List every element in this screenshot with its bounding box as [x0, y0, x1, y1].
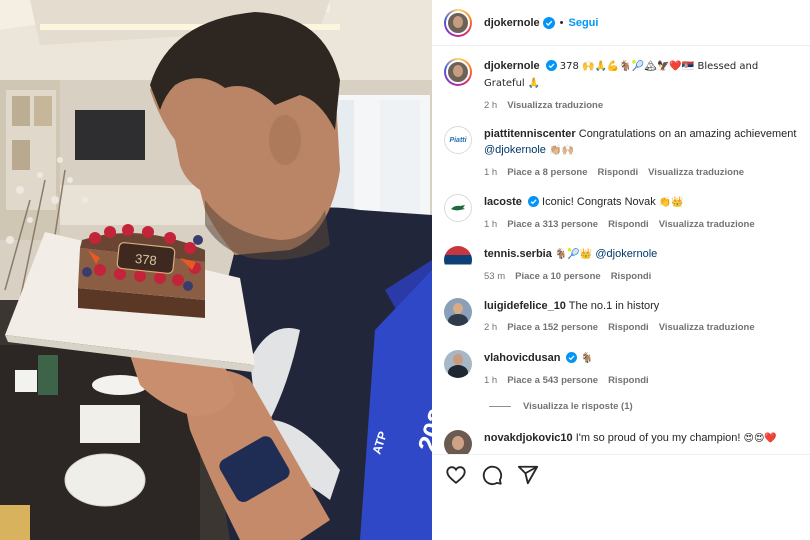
- comment-text: Iconic! Congrats Novak: [542, 196, 656, 208]
- comment-likes[interactable]: Piace a 313 persone: [507, 217, 598, 233]
- comments-list[interactable]: djokernole 378 🙌🙏💪🐐🎾🏔🦅❤️🇷🇸 Blessed and G…: [432, 46, 810, 454]
- caption-translate-link[interactable]: Visualizza traduzione: [507, 98, 603, 114]
- share-icon[interactable]: [517, 464, 539, 486]
- cake-number-text: 378: [134, 251, 157, 268]
- piatti-logo-text: Piatti: [449, 136, 467, 144]
- reply-button[interactable]: Rispondi: [611, 269, 652, 285]
- comment-item: lacoste Iconic! Congrats Novak 👏👑 1 h Pi…: [444, 194, 800, 233]
- commenter-avatar[interactable]: Piatti: [444, 126, 472, 154]
- verified-icon: [566, 352, 578, 363]
- reply-button[interactable]: Rispondi: [608, 373, 649, 389]
- header-separator: •: [559, 16, 564, 29]
- commenter-avatar[interactable]: [444, 298, 472, 326]
- comment-mention[interactable]: @djokernole: [595, 248, 657, 260]
- post-photo: 2023 ATP 378: [0, 0, 432, 540]
- comment-emoji: 🐐: [580, 353, 593, 364]
- translate-link[interactable]: Visualizza traduzione: [659, 320, 755, 336]
- post-header: djokernole • Segui: [432, 0, 810, 46]
- reply-button[interactable]: Rispondi: [608, 320, 649, 336]
- comment-username[interactable]: luigidefelice_10: [484, 300, 566, 312]
- post-actions: [432, 454, 810, 494]
- comment-text: The no.1 in history: [568, 300, 660, 312]
- author-username[interactable]: djokernole: [484, 17, 540, 29]
- caption-time: 2 h: [484, 100, 498, 111]
- translate-link[interactable]: Visualizza traduzione: [659, 217, 755, 233]
- verified-icon: [542, 16, 555, 29]
- comment-time: 53 m: [484, 271, 506, 282]
- verified-icon: [527, 196, 539, 207]
- comment-item: tennis.serbia 🐐🎾👑 @djokernole 53 m Piace…: [444, 246, 800, 285]
- post-side-panel: djokernole • Segui djokernole 378 🙌🙏💪🐐🎾🏔…: [432, 0, 810, 540]
- comment-username[interactable]: lacoste: [484, 196, 522, 208]
- comment-item: luigidefelice_10 The no.1 in history 2 h…: [444, 298, 800, 336]
- comment-emoji: 🐐🎾👑: [554, 249, 593, 260]
- verified-icon: [545, 60, 557, 71]
- comment-text: I'm so proud of you my champion!: [575, 432, 741, 444]
- comment-likes[interactable]: Piace a 10 persone: [515, 269, 601, 285]
- caption-username[interactable]: djokernole: [484, 60, 540, 72]
- replies-divider: [489, 406, 511, 407]
- commenter-avatar[interactable]: [444, 194, 472, 222]
- reply-button[interactable]: Rispondi: [608, 217, 649, 233]
- comment-emoji: 👏🏼🙌🏼: [549, 145, 574, 156]
- caption-avatar[interactable]: [444, 58, 472, 86]
- comment-icon[interactable]: [481, 464, 503, 486]
- caption: djokernole 378 🙌🙏💪🐐🎾🏔🦅❤️🇷🇸 Blessed and G…: [444, 58, 800, 114]
- post-image: 2023 ATP 378: [0, 0, 432, 540]
- comment-item: Piatti piattitenniscenter Congratulation…: [444, 126, 800, 181]
- reply-button[interactable]: Rispondi: [598, 165, 639, 181]
- comment-item: vlahovicdusan 🐐 1 h Piace a 543 persone …: [444, 350, 800, 389]
- comment-username[interactable]: novakdjokovic10: [484, 432, 573, 444]
- comment-likes[interactable]: Piace a 8 persone: [507, 165, 587, 181]
- comment-time: 2 h: [484, 322, 498, 333]
- comment-emoji: 👏👑: [658, 197, 684, 208]
- comment-time: 1 h: [484, 219, 498, 230]
- view-replies-label: Visualizza le risposte (1): [523, 401, 633, 412]
- comment-mention[interactable]: @djokernole: [484, 144, 546, 156]
- comment-likes[interactable]: Piace a 543 persone: [507, 373, 598, 389]
- comment-item: novakdjokovic10 I'm so proud of you my c…: [444, 430, 800, 454]
- comment-text: Congratulations on an amazing achievemen…: [578, 128, 797, 140]
- comment-emoji: 😍😍❤️: [743, 433, 777, 444]
- comment-username[interactable]: vlahovicdusan: [484, 352, 560, 364]
- comment-time: 1 h: [484, 375, 498, 386]
- crocodile-logo-icon: [451, 205, 465, 211]
- comment-username[interactable]: piattitenniscenter: [484, 128, 576, 140]
- commenter-avatar[interactable]: [444, 430, 472, 454]
- commenter-avatar[interactable]: [444, 246, 472, 274]
- author-avatar[interactable]: [444, 8, 472, 37]
- commenter-avatar[interactable]: [444, 350, 472, 378]
- comment-time: 1 h: [484, 167, 498, 178]
- comment-username[interactable]: tennis.serbia: [484, 248, 552, 260]
- follow-button[interactable]: Segui: [568, 17, 598, 29]
- view-replies-button[interactable]: Visualizza le risposte (1): [489, 401, 633, 412]
- comment-likes[interactable]: Piace a 152 persone: [507, 320, 598, 336]
- heart-icon[interactable]: [445, 464, 467, 486]
- translate-link[interactable]: Visualizza traduzione: [648, 165, 744, 181]
